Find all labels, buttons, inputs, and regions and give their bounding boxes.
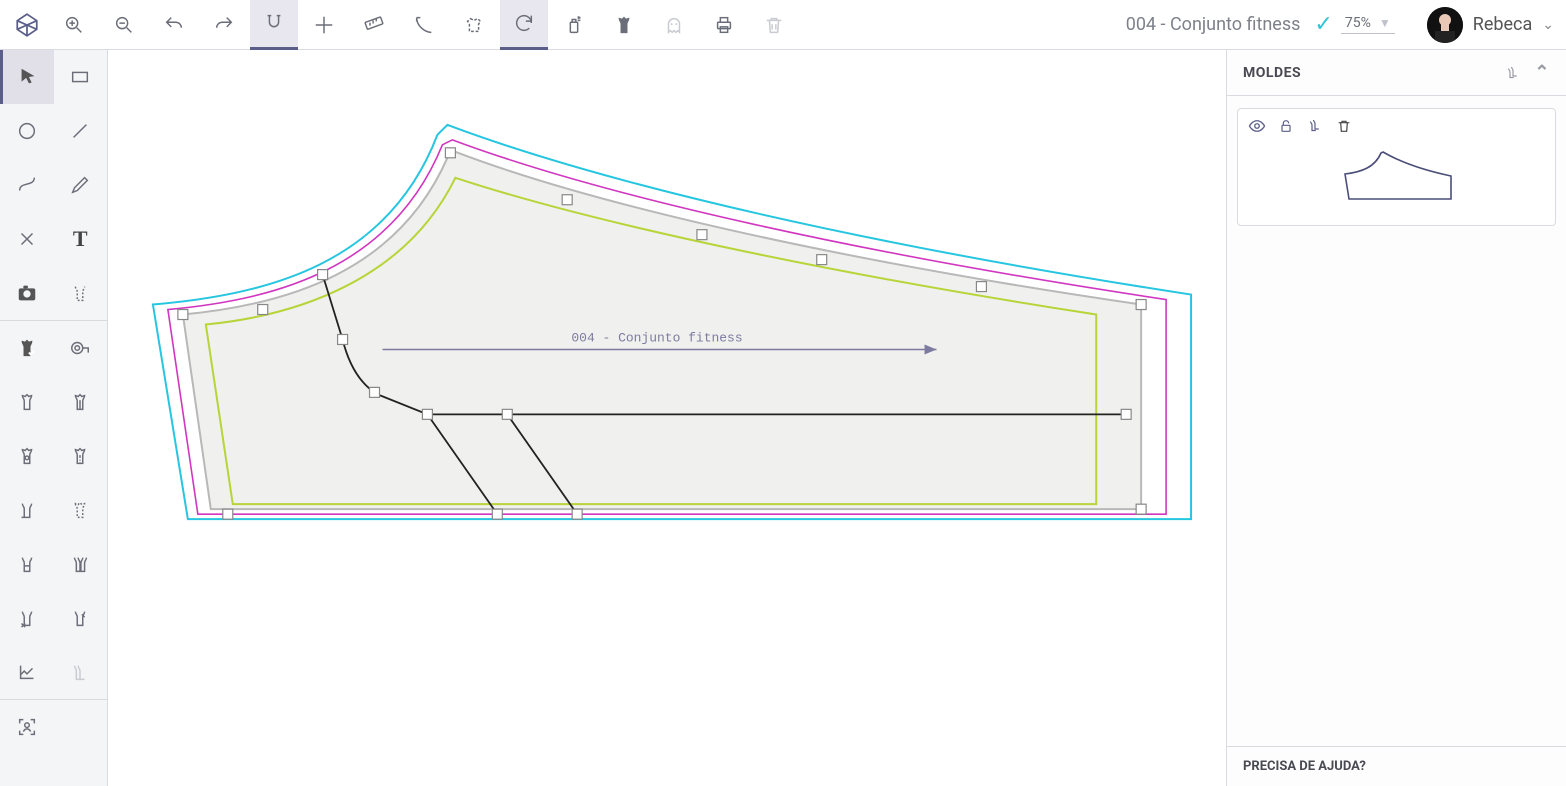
ruler-icon[interactable]: [350, 0, 398, 50]
ghost-icon[interactable]: [650, 0, 698, 50]
curve-tool[interactable]: [0, 158, 54, 212]
duplicate-icon[interactable]: [1306, 117, 1324, 135]
tank-check-tool[interactable]: [0, 321, 54, 375]
user-avatar: [1427, 7, 1463, 43]
user-menu[interactable]: Rebeca ⌄: [1427, 7, 1554, 43]
pattern-drawing[interactable]: 004 - Conjunto fitness: [108, 50, 1226, 779]
tank-tool-10[interactable]: [54, 591, 108, 645]
tank-tool-5[interactable]: [0, 483, 54, 537]
zoom-in-icon[interactable]: [50, 0, 98, 50]
empty-slot: [54, 700, 108, 754]
delete-icon[interactable]: [1336, 117, 1352, 135]
tank-tool-8[interactable]: [54, 537, 108, 591]
tank-tool-7[interactable]: [0, 537, 54, 591]
pencil-tool[interactable]: [54, 158, 108, 212]
zoom-dropdown[interactable]: 75% ▼: [1341, 15, 1395, 34]
trash-icon[interactable]: [750, 0, 798, 50]
left-sidebar: T: [0, 50, 108, 786]
tank-tool-2[interactable]: [54, 375, 108, 429]
circle-tool[interactable]: [0, 104, 54, 158]
app-logo[interactable]: [6, 12, 48, 38]
document-title: 004 - Conjunto fitness: [1126, 14, 1301, 35]
line-tool[interactable]: [54, 104, 108, 158]
print-icon[interactable]: [700, 0, 748, 50]
pattern-tool[interactable]: [54, 266, 108, 320]
chevron-down-icon: ⌄: [1542, 17, 1554, 33]
chevron-up-icon[interactable]: ⌃: [1534, 62, 1550, 83]
mold-card-tools: [1248, 117, 1545, 135]
moldes-stack-icon[interactable]: [1504, 64, 1522, 82]
canvas[interactable]: 004 - Conjunto fitness: [108, 50, 1226, 786]
help-footer[interactable]: PRECISA DE AJUDA?: [1227, 746, 1566, 786]
zoom-value: 75%: [1345, 15, 1371, 31]
close-tool[interactable]: [0, 212, 54, 266]
zoom-out-icon[interactable]: [100, 0, 148, 50]
crosshair-icon[interactable]: [300, 0, 348, 50]
help-label: PRECISA DE AJUDA?: [1243, 759, 1366, 774]
graph-tool[interactable]: [0, 645, 54, 699]
tank-fill-icon[interactable]: [600, 0, 648, 50]
pattern-label: 004 - Conjunto fitness: [571, 330, 742, 345]
spray-icon[interactable]: [550, 0, 598, 50]
panel-header-moldes[interactable]: MOLDES ⌃: [1227, 50, 1566, 96]
redo-icon[interactable]: [200, 0, 248, 50]
lock-icon[interactable]: [1278, 117, 1294, 135]
undo-icon[interactable]: [150, 0, 198, 50]
right-panel: MOLDES ⌃ PRECISA DE AJUDA?: [1226, 50, 1566, 786]
main-area: T: [0, 50, 1566, 786]
tank-tool-11[interactable]: [54, 645, 108, 699]
refresh-icon[interactable]: [500, 0, 548, 50]
tank-tool-3[interactable]: [0, 429, 54, 483]
mold-card[interactable]: [1237, 108, 1556, 226]
tank-tool-9[interactable]: [0, 591, 54, 645]
scan-tool[interactable]: [0, 700, 54, 754]
text-tool[interactable]: T: [54, 212, 108, 266]
tank-tool-4[interactable]: [54, 429, 108, 483]
saved-check-icon: ✓: [1314, 12, 1332, 37]
select-tool[interactable]: [0, 50, 54, 104]
snap-icon[interactable]: [250, 0, 298, 50]
measure-tape-tool[interactable]: [54, 321, 108, 375]
curve-tool-icon[interactable]: [400, 0, 448, 50]
chevron-down-icon: ▼: [1379, 16, 1391, 30]
user-name: Rebeca: [1473, 14, 1533, 35]
top-toolbar: 004 - Conjunto fitness ✓ 75% ▼ Rebeca ⌄: [0, 0, 1566, 50]
rectangle-tool[interactable]: [54, 50, 108, 104]
shirt-select-icon[interactable]: [450, 0, 498, 50]
panel-title: MOLDES: [1243, 65, 1301, 81]
mold-thumbnail[interactable]: [1248, 141, 1545, 211]
camera-tool[interactable]: [0, 266, 54, 320]
tank-tool-1[interactable]: [0, 375, 54, 429]
eye-icon[interactable]: [1248, 117, 1266, 135]
tank-tool-6[interactable]: [54, 483, 108, 537]
